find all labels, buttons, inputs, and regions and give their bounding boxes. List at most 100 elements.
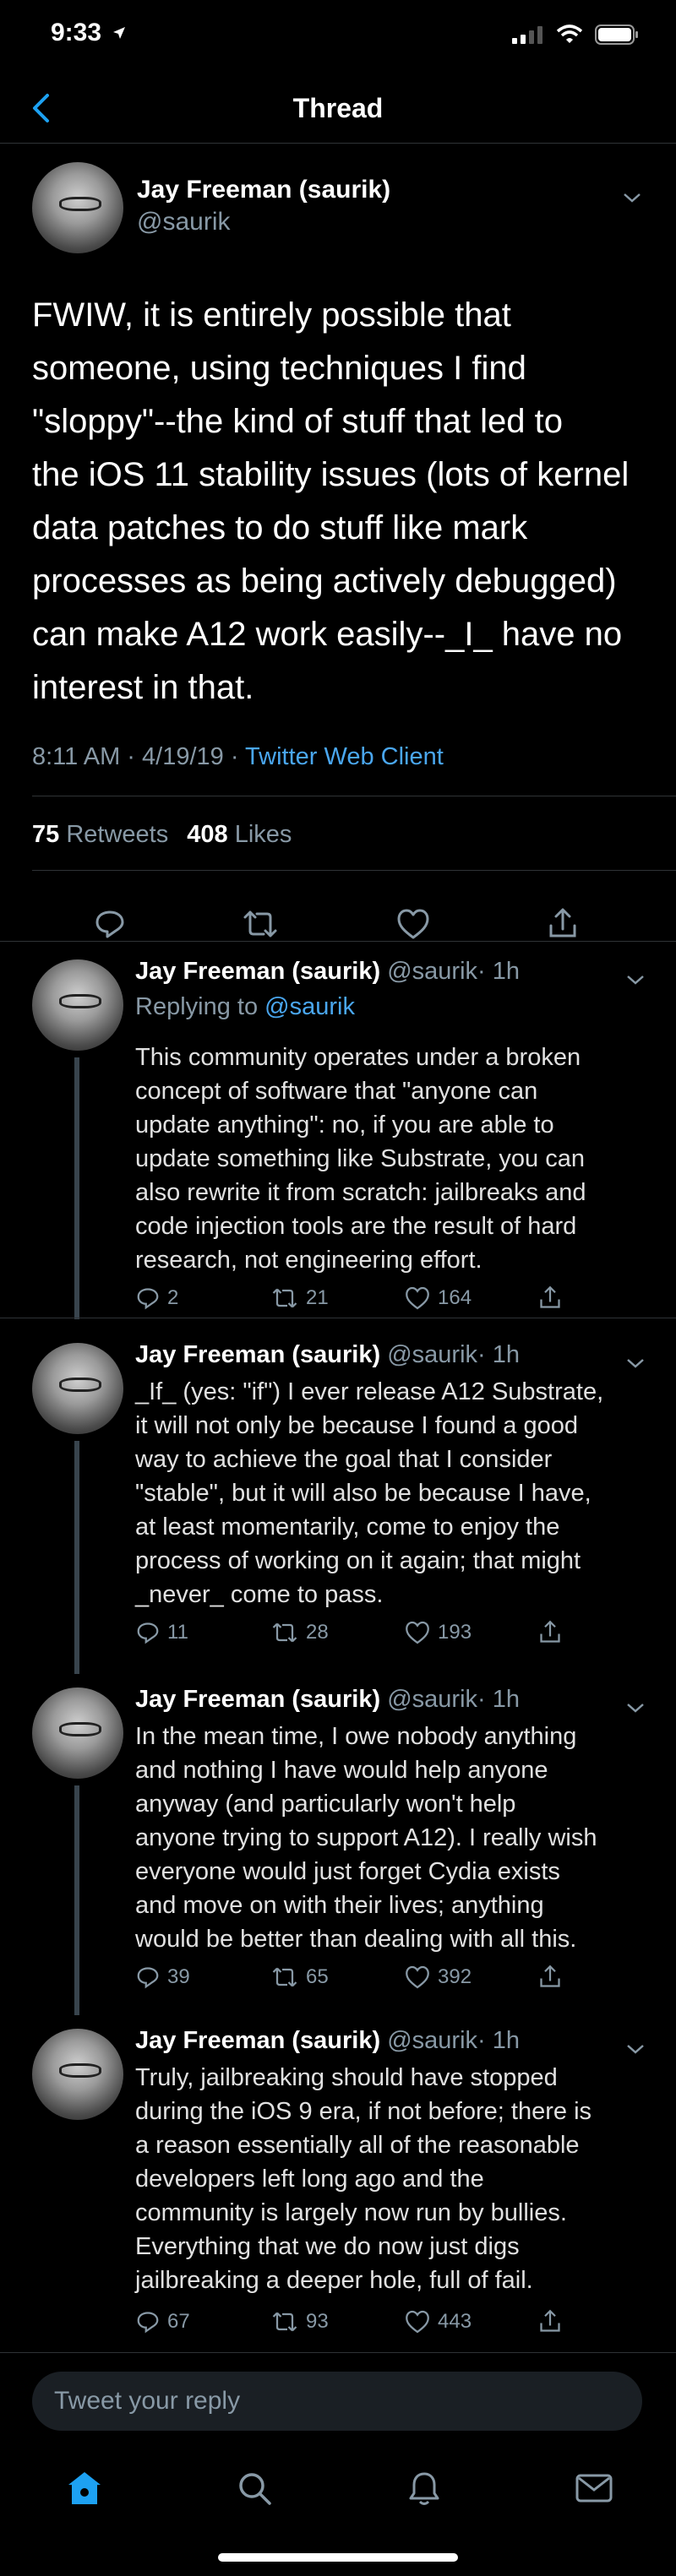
author-handle[interactable]: @saurik bbox=[387, 1686, 477, 1713]
retweet-icon bbox=[272, 1288, 297, 1308]
reply-text-line: _If_ (yes: "if") I ever release A12 Subs… bbox=[135, 1378, 604, 1405]
like-icon bbox=[406, 1621, 429, 1644]
tab-search[interactable] bbox=[233, 2467, 275, 2509]
chevron-down-icon[interactable] bbox=[625, 2039, 646, 2059]
like-button[interactable]: 193 bbox=[404, 1620, 472, 1645]
share-icon bbox=[549, 908, 576, 937]
reply-compose-bar: Tweet your reply bbox=[0, 2352, 676, 2454]
share-button[interactable] bbox=[537, 1620, 563, 1645]
author-name[interactable]: Jay Freeman (saurik) bbox=[135, 958, 380, 985]
mention-link[interactable]: @saurik bbox=[264, 993, 355, 1020]
retweet-button[interactable]: 21 bbox=[270, 1285, 329, 1311]
divider bbox=[0, 941, 676, 942]
reply-text-line: code injection tools are the result of h… bbox=[135, 1213, 577, 1240]
author-handle[interactable]: @saurik bbox=[387, 958, 477, 985]
author-handle[interactable]: @saurik bbox=[387, 2027, 477, 2054]
reply-time: · 1h bbox=[477, 1341, 520, 1368]
author-name[interactable]: Jay Freeman (saurik) bbox=[137, 176, 390, 204]
like-button[interactable] bbox=[395, 905, 432, 943]
tweet-text: FWIW, it is entirely possible that someo… bbox=[32, 289, 649, 715]
share-button[interactable] bbox=[544, 905, 581, 943]
tweet-text-line: FWIW, it is entirely possible that bbox=[32, 296, 511, 334]
retweets-label: Retweets bbox=[59, 821, 169, 848]
chevron-down-icon[interactable] bbox=[625, 1353, 646, 1373]
retweets-stat[interactable]: 75 Retweets bbox=[32, 821, 168, 848]
home-indicator[interactable] bbox=[218, 2553, 458, 2562]
tweet-text-line: data patches to do stuff like mark bbox=[32, 509, 528, 546]
reply-tweet[interactable]: Jay Freeman (saurik) @saurik· 1h Replyin… bbox=[0, 944, 676, 1319]
reply-text-line: Everything that we do now just digs bbox=[135, 2233, 520, 2260]
reply-text: _If_ (yes: "if") I ever release A12 Subs… bbox=[135, 1375, 651, 1611]
reply-icon bbox=[95, 910, 124, 938]
reply-tweet[interactable]: Jay Freeman (saurik) @saurik· 1h _If_ (y… bbox=[0, 1328, 676, 1674]
reply-header: Jay Freeman (saurik) @saurik· 1h bbox=[135, 1686, 520, 1714]
retweet-count: 65 bbox=[306, 1965, 329, 1988]
reply-button[interactable]: 11 bbox=[135, 1620, 188, 1645]
like-count: 392 bbox=[438, 1965, 472, 1988]
chevron-down-icon[interactable] bbox=[625, 970, 646, 990]
author-name[interactable]: Jay Freeman (saurik) bbox=[135, 1686, 380, 1713]
avatar[interactable] bbox=[32, 2029, 123, 2120]
reply-icon bbox=[137, 2312, 159, 2334]
reply-header: Jay Freeman (saurik) @saurik· 1h bbox=[135, 1341, 520, 1369]
reply-actions: 2 21 164 bbox=[135, 1285, 642, 1319]
reply-header: Jay Freeman (saurik) @saurik· 1h bbox=[135, 2027, 520, 2055]
reply-button[interactable]: 39 bbox=[135, 1965, 190, 1990]
reply-icon bbox=[137, 1622, 159, 1644]
reply-button[interactable]: 67 bbox=[135, 2309, 190, 2334]
tab-home[interactable] bbox=[63, 2467, 106, 2509]
tab-notifications[interactable] bbox=[403, 2467, 445, 2509]
like-icon bbox=[406, 1965, 429, 1989]
reply-tweet[interactable]: Jay Freeman (saurik) @saurik· 1h Truly, … bbox=[0, 2014, 676, 2351]
share-button[interactable] bbox=[537, 1285, 563, 1311]
share-button[interactable] bbox=[537, 1965, 563, 1990]
like-button[interactable]: 164 bbox=[404, 1285, 472, 1311]
avatar[interactable] bbox=[32, 162, 123, 253]
likes-stat[interactable]: 408 Likes bbox=[187, 821, 292, 848]
avatar[interactable] bbox=[32, 1343, 123, 1434]
tweet-stats: 75 Retweets 408 Likes bbox=[32, 821, 292, 849]
tweet-reply-input[interactable]: Tweet your reply bbox=[32, 2372, 642, 2431]
author-handle[interactable]: @saurik bbox=[137, 208, 230, 236]
retweet-button[interactable]: 65 bbox=[270, 1965, 329, 1990]
reply-icon bbox=[137, 1288, 159, 1310]
share-icon bbox=[540, 2309, 560, 2332]
reply-text-line: process of working on it again; that mig… bbox=[135, 1547, 581, 1574]
avatar[interactable] bbox=[32, 959, 123, 1051]
avatar[interactable] bbox=[32, 1687, 123, 1779]
retweet-button[interactable] bbox=[242, 905, 279, 943]
replying-prefix: Replying to bbox=[135, 993, 265, 1020]
divider bbox=[32, 870, 676, 871]
thread-line bbox=[74, 1057, 79, 1319]
reply-text-line: concept of software that "anyone can bbox=[135, 1078, 538, 1105]
reply-text-line: anyway (and particularly won't help bbox=[135, 1791, 516, 1818]
reply-count: 39 bbox=[167, 1965, 190, 1988]
retweet-icon bbox=[272, 1967, 297, 1987]
reply-text-line: would be better than dealing with all th… bbox=[135, 1926, 577, 1953]
reply-text-line: everyone would just forget Cydia exists bbox=[135, 1858, 560, 1885]
reply-time: · 1h bbox=[477, 2027, 520, 2054]
author-name[interactable]: Jay Freeman (saurik) bbox=[135, 1341, 380, 1368]
status-indicators bbox=[512, 24, 639, 46]
author-handle[interactable]: @saurik bbox=[387, 1341, 477, 1368]
signal-icon bbox=[512, 26, 542, 44]
like-button[interactable]: 443 bbox=[404, 2309, 472, 2334]
retweet-button[interactable]: 28 bbox=[270, 1620, 329, 1645]
chevron-down-icon[interactable] bbox=[625, 1698, 646, 1718]
share-icon bbox=[540, 1965, 560, 1987]
like-button[interactable]: 392 bbox=[404, 1965, 472, 1990]
share-button[interactable] bbox=[537, 2309, 563, 2334]
reply-tweet[interactable]: Jay Freeman (saurik) @saurik· 1h In the … bbox=[0, 1672, 676, 2015]
tweet-timestamp: 8:11 AM · 4/19/19 · Twitter Web Client bbox=[32, 743, 444, 771]
client-link[interactable]: Twitter Web Client bbox=[245, 743, 444, 770]
author-name[interactable]: Jay Freeman (saurik) bbox=[135, 2027, 380, 2054]
retweet-button[interactable]: 93 bbox=[270, 2309, 329, 2334]
retweet-count: 28 bbox=[306, 1621, 329, 1644]
retweet-icon bbox=[272, 2312, 297, 2332]
tab-messages[interactable] bbox=[573, 2467, 615, 2509]
reply-count: 2 bbox=[167, 1286, 179, 1309]
reply-button[interactable]: 2 bbox=[135, 1285, 178, 1311]
chevron-down-icon[interactable] bbox=[622, 187, 642, 208]
search-icon bbox=[239, 2473, 271, 2505]
reply-button[interactable] bbox=[91, 905, 128, 943]
